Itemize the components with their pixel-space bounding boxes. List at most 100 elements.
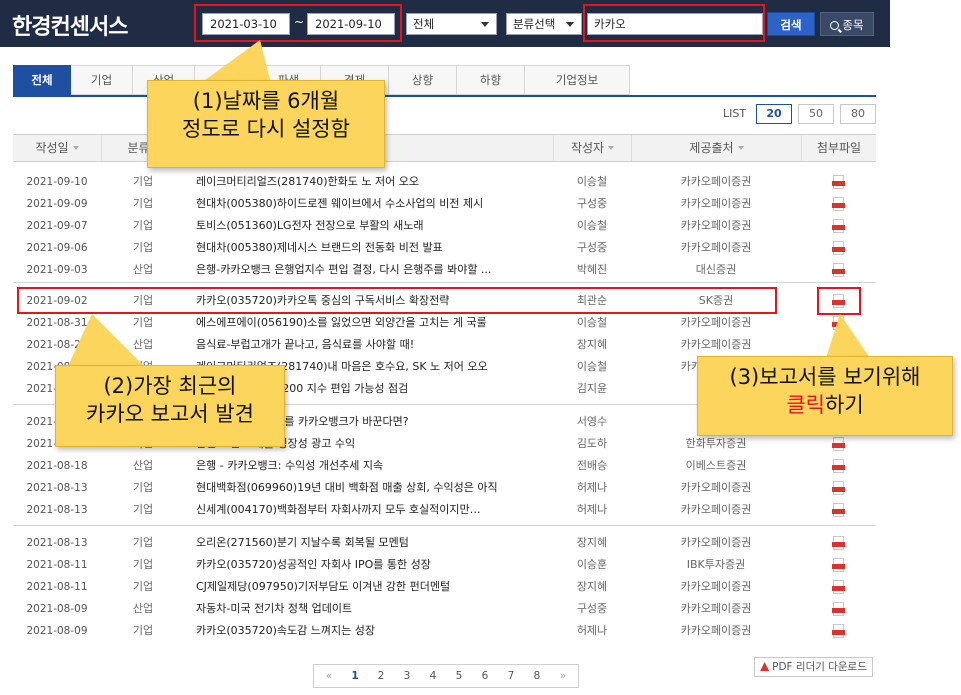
row-title-link[interactable]: 레이크머티리얼즈(281740)한화도 노 저어 오오: [196, 171, 546, 193]
row-attachment[interactable]: [819, 477, 859, 499]
list-size-20-button[interactable]: 20: [756, 104, 792, 124]
pdf-file-icon[interactable]: [832, 459, 845, 473]
row-title-link[interactable]: 음식료-부럽고개가 끝나고, 음식료를 사야할 때!: [196, 334, 546, 356]
list-size-80-button[interactable]: 80: [840, 104, 876, 124]
pdf-file-icon[interactable]: [832, 558, 845, 572]
page-4-button[interactable]: 4: [420, 670, 446, 682]
pdf-file-icon[interactable]: [832, 437, 845, 451]
row-attachment[interactable]: [819, 259, 859, 281]
table-row[interactable]: 2021-08-13 기업 오리온(271560)분기 지날수록 회복될 모멘텀 장지…: [13, 532, 876, 554]
callout-pointer: [68, 314, 144, 366]
table-row[interactable]: 2021-09-06 기업 현대차(005380)제네시스 브랜드의 전동화 비전 …: [13, 237, 876, 259]
pagination-next-button[interactable]: »: [550, 670, 576, 682]
row-category: 기업: [132, 503, 154, 516]
pdf-file-icon[interactable]: [832, 503, 845, 517]
row-author: 허제나: [576, 503, 608, 516]
row-attachment[interactable]: [819, 598, 859, 620]
page-3-button[interactable]: 3: [394, 670, 420, 682]
search-button[interactable]: 검색: [767, 12, 815, 36]
pdf-file-icon[interactable]: [832, 536, 845, 550]
site-logo[interactable]: 한경컨센서스: [12, 9, 128, 41]
table-row[interactable]: 2021-08-11 기업 CJ제일제당(097950)기저부담도 이겨낸 강한 펀…: [13, 576, 876, 598]
table-row[interactable]: 2021-09-10 기업 레이크머티리얼즈(281740)한화도 노 저어 오오 이…: [13, 171, 876, 193]
table-row[interactable]: 2021-08-09 기업 카카오(035720)속도감 느껴지는 성장 허제나 카카오…: [13, 620, 876, 642]
pdf-file-icon[interactable]: [832, 219, 845, 233]
pagination-prev-button[interactable]: «: [316, 670, 342, 682]
tab-company-info[interactable]: 기업정보: [525, 65, 630, 95]
row-attachment[interactable]: [819, 433, 859, 455]
row-title-link[interactable]: 현대백화점(069960)19년 대비 백화점 매출 상회, 수익성은 아직: [196, 477, 546, 499]
row-title-link[interactable]: 토비스(051360)LG전자 전장으로 부활의 새노래: [196, 215, 546, 237]
table-row[interactable]: 2021-08-13 기업 현대백화점(069960)19년 대비 백화점 매출 상…: [13, 477, 876, 499]
table-row[interactable]: 2021-09-09 기업 현대차(005380)하이드로젠 웨이브에서 수소사업의…: [13, 193, 876, 215]
row-attachment[interactable]: [819, 576, 859, 598]
tab-upgrade[interactable]: 상향: [389, 65, 457, 95]
row-author: 서영수: [576, 415, 608, 428]
column-header-date[interactable]: 작성일: [13, 135, 101, 161]
row-title-link[interactable]: 카카오(035720)성공적인 자회사 IPO를 통한 성장: [196, 554, 546, 576]
row-date: 2021-08-09: [26, 625, 88, 637]
annotation-callout-found: (2)가장 최근의 카카오 보고서 발견: [55, 365, 285, 447]
table-row[interactable]: 2021-08-09 산업 자동차-미국 전기차 정책 업데이트 구성중 카카오페이증권: [13, 598, 876, 620]
pdf-file-icon[interactable]: [832, 197, 845, 211]
row-source: 카카오페이증권: [680, 175, 752, 188]
row-attachment[interactable]: [819, 237, 859, 259]
stock-search-button[interactable]: 종목: [820, 12, 874, 36]
row-group-divider: [13, 282, 876, 283]
report-type-select[interactable]: 전체: [406, 13, 497, 35]
row-date: 2021-08-11: [26, 581, 88, 593]
pdf-reader-download-button[interactable]: PDF 리더기 다운로드: [754, 657, 873, 677]
row-attachment[interactable]: [819, 620, 859, 642]
row-title-link[interactable]: 은행 - 카카오뱅크: 수익성 개선추세 지속: [196, 455, 546, 477]
row-title-link[interactable]: 자동차-미국 전기차 정책 업데이트: [196, 598, 546, 620]
row-attachment[interactable]: [819, 215, 859, 237]
row-attachment[interactable]: [819, 499, 859, 521]
row-category: 기업: [132, 624, 154, 637]
page-8-button[interactable]: 8: [524, 670, 550, 682]
page-5-button[interactable]: 5: [446, 670, 472, 682]
table-row[interactable]: 2021-08-13 기업 신세계(004170)백화점부터 자회사까지 모두 호실…: [13, 499, 876, 521]
table-row[interactable]: 2021-09-07 기업 토비스(051360)LG전자 전장으로 부활의 새노래…: [13, 215, 876, 237]
row-title-link[interactable]: 에스에프에이(056190)소를 잃었으면 외양간을 고치는 게 국룰: [196, 312, 546, 334]
table-row[interactable]: 2021-08-11 기업 카카오(035720)성공적인 자회사 IPO를 통한 …: [13, 554, 876, 576]
row-title-link[interactable]: 신세계(004170)백화점부터 자회사까지 모두 호실적이지만…: [196, 499, 546, 521]
pdf-file-icon[interactable]: [832, 241, 845, 255]
row-title-link[interactable]: CJ제일제당(097950)기저부담도 이겨낸 강한 펀더멘털: [196, 576, 546, 598]
column-header-author[interactable]: 작성자: [553, 135, 631, 161]
row-date: 2021-09-03: [26, 264, 88, 276]
magnifier-icon: [830, 21, 840, 30]
pdf-file-icon[interactable]: [832, 481, 845, 495]
table-row[interactable]: 2021-09-03 산업 은행-카카오뱅크 은행업지수 편입 결정, 다시 은행주…: [13, 259, 876, 281]
row-title-link[interactable]: 현대차(005380)제네시스 브랜드의 전동화 비전 발표: [196, 237, 546, 259]
pdf-file-icon[interactable]: [832, 602, 845, 616]
page-1-button[interactable]: 1: [342, 670, 368, 682]
row-category: 산업: [132, 263, 154, 276]
report-table-header: 작성일 분류 제목 작성자 제공출처 첨부파일: [13, 134, 876, 162]
row-attachment[interactable]: [819, 193, 859, 215]
table-row[interactable]: 2021-08-18 산업 은행 - 카카오뱅크: 수익성 개선추세 지속 전배승 이베…: [13, 455, 876, 477]
pdf-file-icon[interactable]: [832, 624, 845, 638]
category-select[interactable]: 분류선택: [506, 13, 582, 35]
row-title-link[interactable]: 카카오(035720)속도감 느껴지는 성장: [196, 620, 546, 642]
column-header-source[interactable]: 제공출처: [631, 135, 801, 161]
page-6-button[interactable]: 6: [472, 670, 498, 682]
pdf-file-icon[interactable]: [832, 580, 845, 594]
row-attachment[interactable]: [819, 554, 859, 576]
page-2-button[interactable]: 2: [368, 670, 394, 682]
pdf-file-icon[interactable]: [832, 263, 845, 277]
annotation-callout-date: (1)날짜를 6개월 정도로 다시 설정함: [147, 80, 385, 168]
pdf-file-icon[interactable]: [832, 175, 845, 189]
row-attachment[interactable]: [819, 171, 859, 193]
row-title-link[interactable]: 은행-카카오뱅크 은행업지수 편입 결정, 다시 은행주를 봐야할 ...: [196, 259, 546, 281]
tab-all[interactable]: 전체: [13, 65, 71, 95]
list-size-50-button[interactable]: 50: [798, 104, 834, 124]
tab-downgrade[interactable]: 하향: [457, 65, 525, 95]
page-7-button[interactable]: 7: [498, 670, 524, 682]
row-title-link[interactable]: 현대차(005380)하이드로젠 웨이브에서 수소사업의 비전 제시: [196, 193, 546, 215]
row-title-link[interactable]: 오리온(271560)분기 지날수록 회복될 모멘텀: [196, 532, 546, 554]
row-attachment[interactable]: [819, 532, 859, 554]
row-source: 카카오페이증권: [680, 580, 752, 593]
tab-company[interactable]: 기업: [71, 65, 133, 95]
row-date: 2021-08-13: [26, 504, 88, 516]
row-attachment[interactable]: [819, 455, 859, 477]
